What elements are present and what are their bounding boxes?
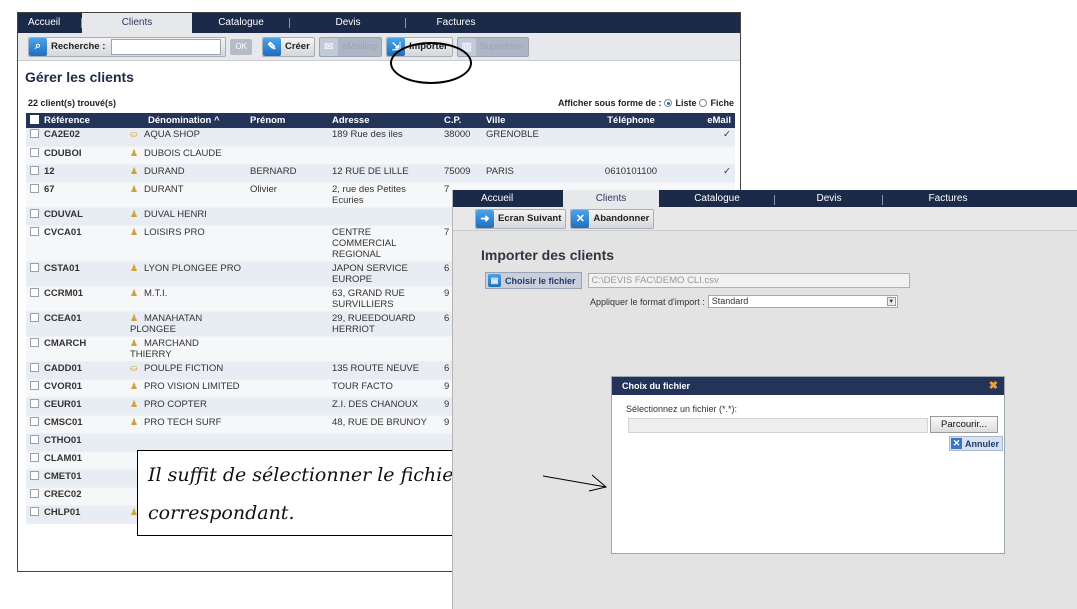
callout-arrow	[542, 474, 608, 492]
